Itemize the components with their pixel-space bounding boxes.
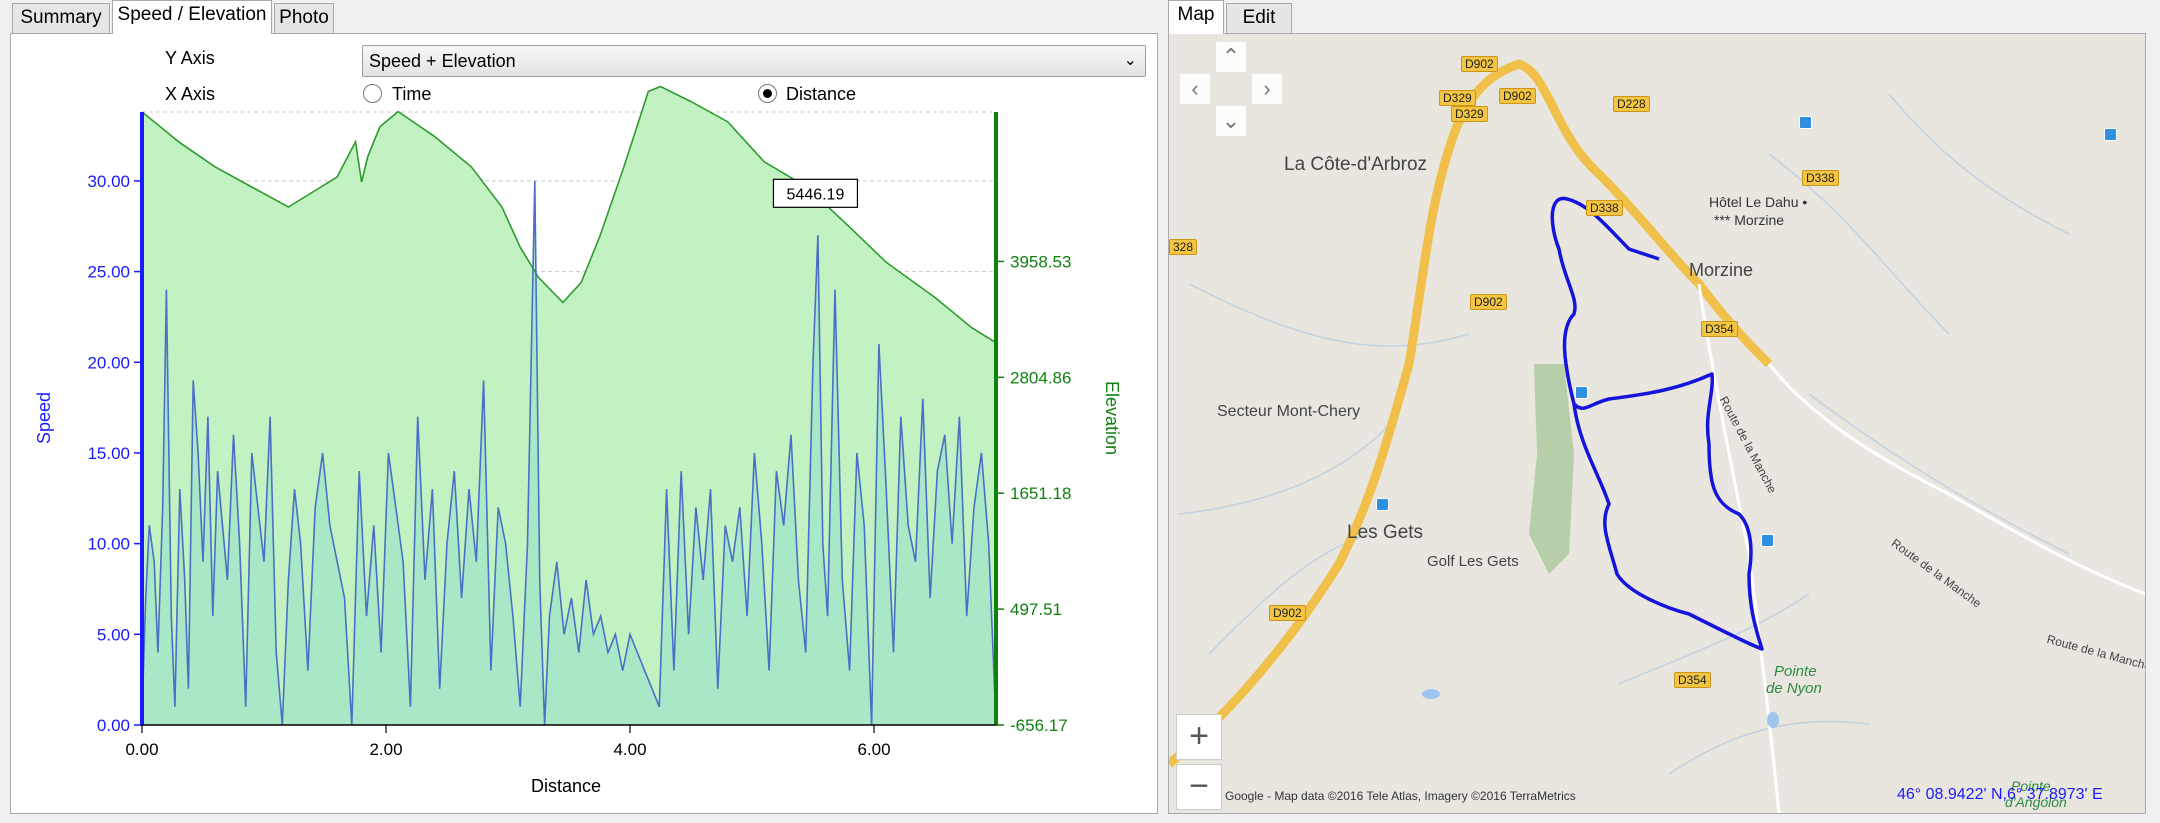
tooltip: 5446.19 bbox=[772, 178, 859, 208]
y-tick-label-left: 20.00 bbox=[87, 353, 130, 372]
y-tick-label-left: 0.00 bbox=[97, 716, 130, 735]
road-label: D338 bbox=[1802, 170, 1839, 186]
tab-edit[interactable]: Edit bbox=[1226, 3, 1292, 33]
road-label: D329 bbox=[1439, 90, 1476, 106]
pan-down-button[interactable]: ⌄ bbox=[1216, 106, 1246, 136]
y-tick-label-left: 15.00 bbox=[87, 444, 130, 463]
road-label: D228 bbox=[1613, 96, 1650, 112]
y-tick-label-left: 30.00 bbox=[87, 172, 130, 191]
place-label: Les Gets bbox=[1347, 522, 1424, 543]
map-canvas bbox=[1169, 59, 2145, 813]
pan-up-button[interactable]: ⌃ bbox=[1216, 42, 1246, 72]
tab-map[interactable]: Map bbox=[1168, 0, 1224, 34]
y-axis-title-right: Elevation bbox=[1102, 381, 1122, 455]
road-label: D902 bbox=[1269, 605, 1306, 621]
road-label: D338 bbox=[1586, 200, 1623, 216]
place-label: Golf Les Gets bbox=[1427, 553, 1519, 570]
place-label: La Côte-d'Arbroz bbox=[1284, 154, 1428, 175]
road-label: D329 bbox=[1451, 106, 1488, 122]
x-axis-title: Distance bbox=[531, 776, 601, 796]
y-tick-label-right: -656.17 bbox=[1010, 716, 1068, 735]
tooltip-text: 5446.19 bbox=[787, 186, 845, 203]
bus-stop-icon bbox=[2104, 128, 2117, 141]
road-label: D902 bbox=[1461, 56, 1498, 72]
road-label: D354 bbox=[1701, 321, 1738, 337]
pan-left-button[interactable]: ‹ bbox=[1180, 74, 1210, 104]
cursor-coordinates: 46° 08.9422' N,6° 37.8973' E bbox=[1897, 786, 2103, 803]
y-tick-label-right: 2804.86 bbox=[1010, 368, 1071, 387]
bus-stop-icon bbox=[1761, 534, 1774, 547]
zoom-in-button[interactable]: + bbox=[1176, 714, 1222, 760]
bus-stop-icon bbox=[1799, 116, 1812, 129]
map-panel[interactable]: D902 D329 D902 D329 D228 D338 D338 D902 … bbox=[1168, 33, 2146, 814]
x-tick-label: 4.00 bbox=[613, 740, 646, 759]
road-label: D902 bbox=[1499, 88, 1536, 104]
road-label: D354 bbox=[1674, 672, 1711, 688]
tab-speed-elevation[interactable]: Speed / Elevation bbox=[112, 0, 272, 34]
y-tick-label-left: 25.00 bbox=[87, 263, 130, 282]
place-label: Morzine bbox=[1689, 260, 1754, 280]
map-attribution: Google - Map data ©2016 Tele Atlas, Imag… bbox=[1225, 789, 1576, 803]
place-label: Secteur Mont-Chery bbox=[1217, 403, 1361, 420]
bus-stop-icon bbox=[1575, 386, 1588, 399]
y-tick-label-right: 497.51 bbox=[1010, 600, 1062, 619]
x-tick-label: 0.00 bbox=[125, 740, 158, 759]
bus-stop-icon bbox=[1376, 498, 1389, 511]
x-tick-label: 2.00 bbox=[369, 740, 402, 759]
road-label: 328 bbox=[1169, 239, 1198, 255]
place-label: Pointe bbox=[1774, 663, 1817, 680]
place-label: de Nyon bbox=[1766, 680, 1822, 697]
y-tick-label-right: 1651.18 bbox=[1010, 484, 1071, 503]
y-tick-label-left: 5.00 bbox=[97, 625, 130, 644]
y-tick-label-left: 10.00 bbox=[87, 535, 130, 554]
y-tick-label-right: 3958.53 bbox=[1010, 252, 1071, 271]
road-label: D902 bbox=[1470, 294, 1507, 310]
y-axis-title-left: Speed bbox=[34, 392, 54, 444]
zoom-out-button[interactable]: − bbox=[1176, 764, 1222, 810]
x-tick-label: 6.00 bbox=[857, 740, 890, 759]
place-label: Hôtel Le Dahu • bbox=[1709, 194, 1808, 210]
pan-right-button[interactable]: › bbox=[1252, 74, 1282, 104]
place-label: *** Morzine bbox=[1714, 212, 1785, 228]
speed-elevation-chart: 0.00 5.00 10.00 15.00 20.00 25.00 30.00 -656.17… bbox=[34, 85, 1122, 796]
